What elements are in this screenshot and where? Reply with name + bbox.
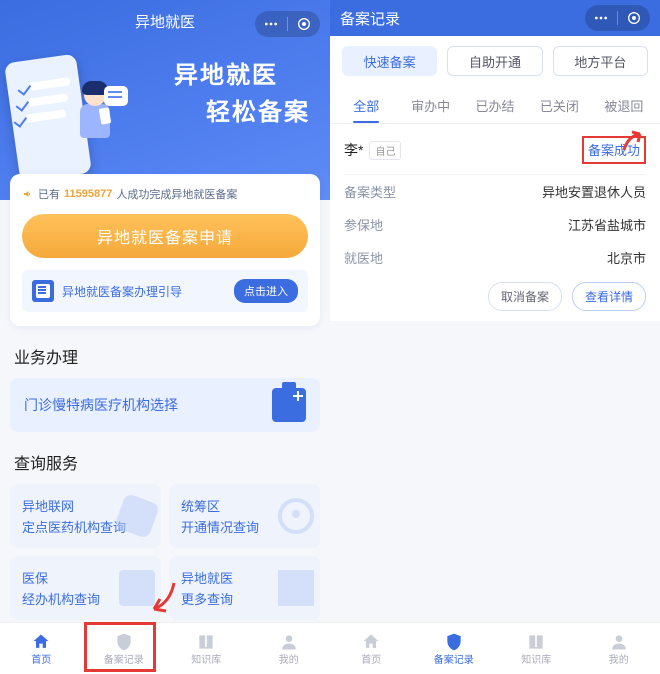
- filter-self[interactable]: 自助开通: [447, 46, 542, 76]
- miniapp-capsule[interactable]: [255, 11, 320, 37]
- records-header: 备案记录: [330, 0, 660, 36]
- close-miniapp-icon[interactable]: [296, 16, 312, 32]
- record-person: 李* 自己: [344, 140, 401, 160]
- home-icon: [361, 632, 381, 650]
- tab-knowledge[interactable]: 知识库: [165, 623, 248, 674]
- home-icon: [31, 632, 51, 650]
- records-screen: 备案记录 快速备案 自助开通 地方平台 全部 审办中 已办结 已关闭 被退回 李…: [330, 0, 660, 674]
- record-relation-badge: 自己: [369, 141, 401, 160]
- record-row-type: 备案类型异地安置退休人员: [344, 175, 646, 208]
- cancel-record-button[interactable]: 取消备案: [488, 282, 562, 311]
- query-card-agency[interactable]: 医保经办机构查询: [10, 556, 161, 620]
- tab-returned[interactable]: 被退回: [592, 86, 656, 123]
- query-card-more[interactable]: 异地就医更多查询: [169, 556, 320, 620]
- home-header: 异地就医 异地就医 轻松备案: [0, 0, 330, 200]
- tab-processing[interactable]: 审办中: [398, 86, 462, 123]
- more-icon[interactable]: [593, 10, 609, 26]
- business-item[interactable]: 门诊慢特病医疗机构选择: [10, 378, 320, 432]
- speaker-icon: [22, 188, 34, 200]
- guide-label: 异地就医备案办理引导: [62, 283, 226, 300]
- tab-knowledge[interactable]: 知识库: [495, 623, 578, 674]
- tab-home[interactable]: 首页: [330, 623, 413, 674]
- tab-closed[interactable]: 已关闭: [527, 86, 591, 123]
- tab-all[interactable]: 全部: [334, 86, 398, 123]
- more-icon[interactable]: [263, 16, 279, 32]
- book-icon: [526, 632, 546, 650]
- location-icon: [278, 498, 314, 534]
- guide-doc-icon: [32, 280, 54, 302]
- view-detail-button[interactable]: 查看详情: [572, 282, 646, 311]
- guide-enter-button[interactable]: 点击进入: [234, 279, 298, 303]
- section-business-title: 业务办理: [14, 344, 316, 368]
- right-tabbar: 首页 备案记录 知识库 我的: [330, 622, 660, 674]
- record-row-insured: 参保地江苏省盐城市: [344, 208, 646, 241]
- section-query-title: 查询服务: [14, 450, 316, 474]
- tab-done[interactable]: 已办结: [463, 86, 527, 123]
- user-icon: [609, 632, 629, 650]
- filter-local[interactable]: 地方平台: [553, 46, 648, 76]
- record-card: 李* 自己 备案成功 备案类型异地安置退休人员 参保地江苏省盐城市 就医地北京市…: [330, 124, 660, 321]
- home-title: 异地就医: [135, 11, 195, 32]
- tab-mine[interactable]: 我的: [248, 623, 331, 674]
- query-card-region[interactable]: 统筹区开通情况查询: [169, 484, 320, 548]
- hero-illustration: [12, 48, 122, 178]
- miniapp-capsule[interactable]: [585, 5, 650, 31]
- left-tabbar: 首页 备案记录 知识库 我的: [0, 622, 330, 674]
- filter-quick[interactable]: 快速备案: [342, 46, 437, 76]
- records-empty-area: [330, 321, 660, 622]
- tab-records[interactable]: 备案记录: [413, 623, 496, 674]
- guide-row[interactable]: 异地就医备案办理引导 点击进入: [22, 270, 308, 312]
- close-miniapp-icon[interactable]: [626, 10, 642, 26]
- annotation-arrow: [620, 128, 646, 159]
- grid-icon: [278, 570, 314, 606]
- hero-card: 已有 11595877 人成功完成异地就医备案 异地就医备案申请 异地就医备案办…: [10, 174, 320, 326]
- annotation-arrow: [140, 577, 180, 622]
- success-count: 已有 11595877 人成功完成异地就医备案: [22, 186, 308, 202]
- records-title: 备案记录: [340, 8, 400, 29]
- tab-home[interactable]: 首页: [0, 623, 83, 674]
- home-screen: 异地就医 异地就医 轻松备案: [0, 0, 330, 674]
- tab-mine[interactable]: 我的: [578, 623, 660, 674]
- user-icon: [279, 632, 299, 650]
- book-icon: [196, 632, 216, 650]
- shield-icon: [114, 632, 134, 650]
- record-row-medloc: 就医地北京市: [344, 241, 646, 274]
- apply-button[interactable]: 异地就医备案申请: [22, 214, 308, 258]
- filter-row: 快速备案 自助开通 地方平台: [330, 36, 660, 86]
- status-tabs: 全部 审办中 已办结 已关闭 被退回: [330, 86, 660, 124]
- tab-records[interactable]: 备案记录: [83, 623, 166, 674]
- hero-slogan: 异地就医 轻松备案: [174, 55, 310, 127]
- hospital-icon: [272, 388, 306, 422]
- shield-icon: [444, 632, 464, 650]
- business-item-label: 门诊慢特病医疗机构选择: [24, 395, 178, 415]
- query-card-network[interactable]: 异地联网定点医药机构查询: [10, 484, 161, 548]
